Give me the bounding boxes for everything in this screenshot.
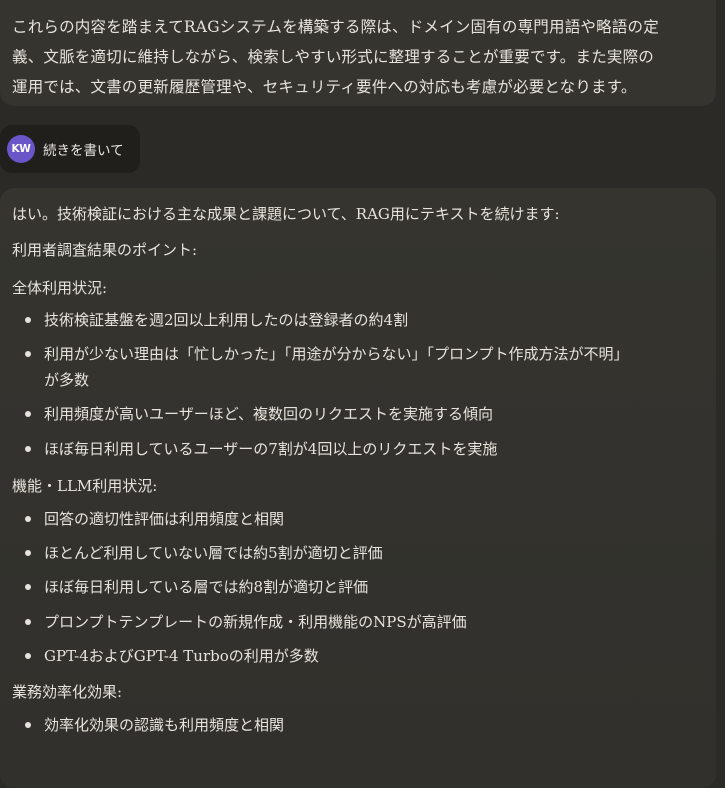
section-heading: 全体利用状況: xyxy=(12,279,108,297)
user-message-text: 続きを書いて xyxy=(43,143,124,159)
list-item: ほぼ毎日利用している層では約8割が適切と評価 xyxy=(24,578,369,596)
response-section-title: 利用者調査結果のポイント: xyxy=(12,241,198,259)
section-heading: 機能・LLM利用状況: xyxy=(12,477,158,495)
list-item: ほとんど利用していない層では約5割が適切と評価 xyxy=(25,544,383,562)
message-line: これらの内容を踏まえてRAGシステムを構築する際は、ドメイン固有の専門用語や略語… xyxy=(12,18,659,36)
list-item: 効率化効果の認識も利用頻度と相関 xyxy=(24,716,285,734)
list-item: プロンプトテンプレートの新規作成・利用機能のNPSが高評価 xyxy=(25,613,467,631)
user-message: KW 続きを書いて xyxy=(0,125,140,173)
section-heading: 業務効率化効果: xyxy=(12,683,123,701)
user-avatar: KW xyxy=(7,135,35,163)
message-line: 義、文脈を適切に維持しながら、検索しやすい形式に整理することが重要です。また実際… xyxy=(12,48,654,66)
assistant-response: はい。技術検証における主な成果と課題について、RAG用にテキストを続けます: 利… xyxy=(0,188,716,788)
list-item: 技術検証基盤を週2回以上利用したのは登録者の約4割 xyxy=(24,311,409,329)
list-item: 回答の適切性評価は利用頻度と相関 xyxy=(24,510,285,528)
previous-assistant-message: これらの内容を踏まえてRAGシステムを構築する際は、ドメイン固有の専門用語や略語… xyxy=(0,0,716,106)
list-item: GPT-4およびGPT-4 Turboの利用が多数 xyxy=(25,647,319,665)
list-item: ほぼ毎日利用しているユーザーの7割が4回以上のリクエストを実施 xyxy=(24,440,498,458)
response-intro: はい。技術検証における主な成果と課題について、RAG用にテキストを続けます: xyxy=(12,205,560,223)
list-item-continuation: が多数 xyxy=(44,371,90,389)
list-item: 利用頻度が高いユーザーほど、複数回のリクエストを実施する傾向 xyxy=(25,405,493,423)
message-line: 運用では、文書の更新履歴管理や、セキュリティ要件への対応も考慮が必要となります。 xyxy=(12,78,637,96)
list-item-text: 利用が少ない理由は「忙しかった」「用途が分からない」「プロンプト作成方法が不明」 xyxy=(44,345,629,363)
list-item: 利用が少ない理由は「忙しかった」「用途が分からない」「プロンプト作成方法が不明」… xyxy=(25,343,629,391)
